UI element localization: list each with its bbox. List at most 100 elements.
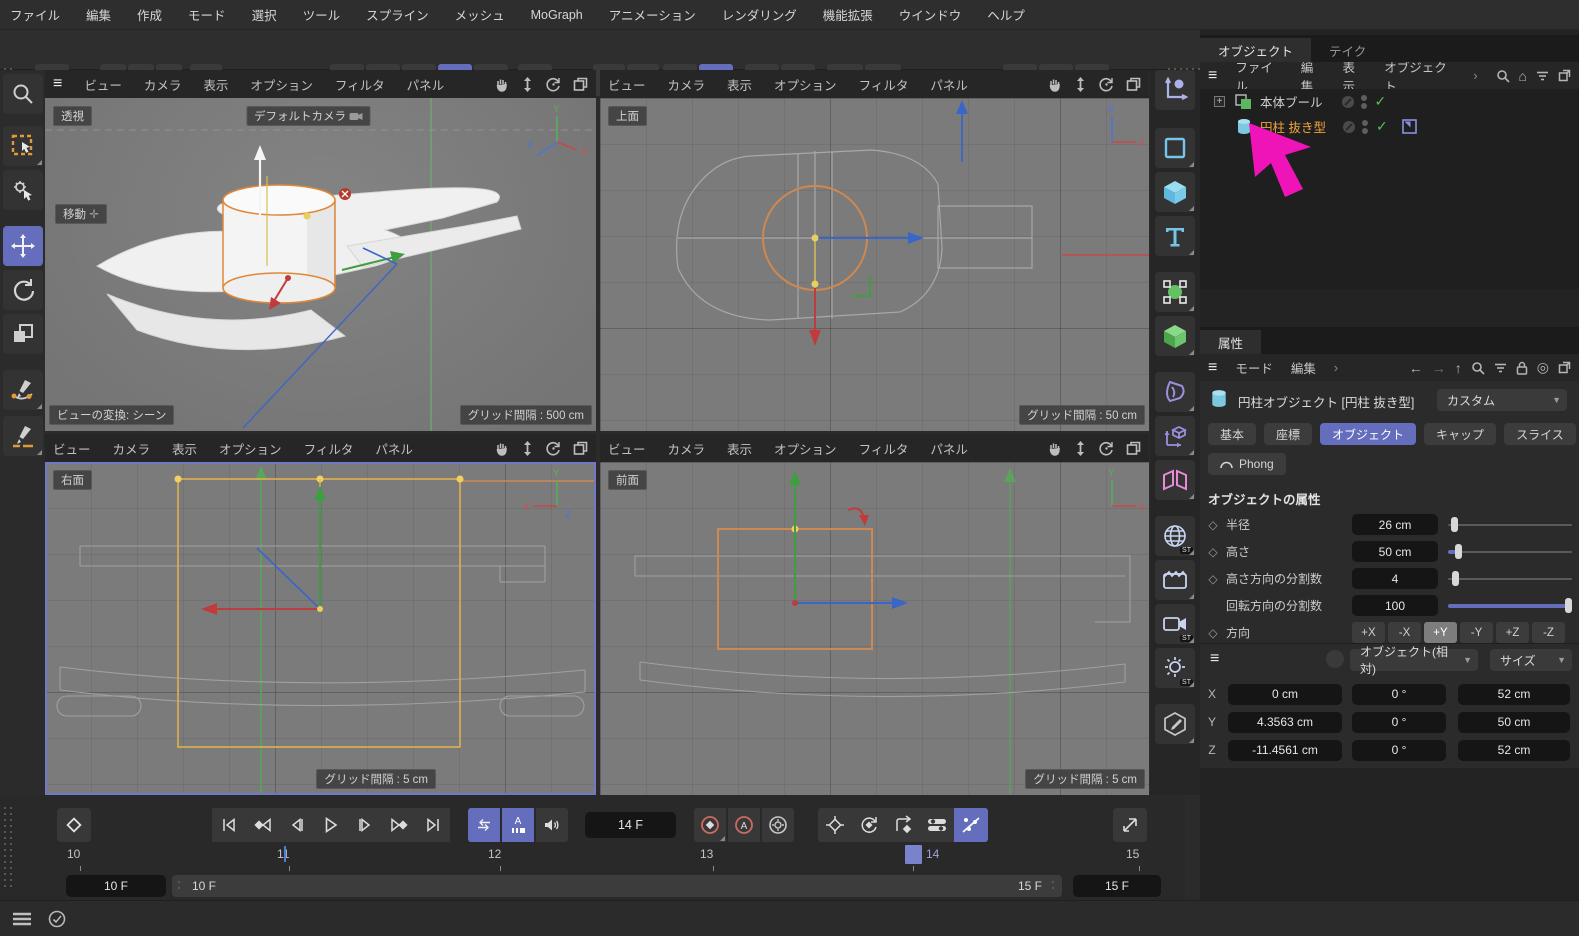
direction-option[interactable]: -Y xyxy=(1460,622,1493,643)
menu-extensions[interactable]: 機能拡張 xyxy=(823,5,873,24)
attr-menu-edit[interactable]: 編集 xyxy=(1291,358,1316,377)
vp-menu-camera[interactable]: カメラ xyxy=(144,75,182,94)
menu-mode[interactable]: モード xyxy=(188,5,226,24)
next-frame-button[interactable] xyxy=(348,808,382,842)
vp-menu-view[interactable]: ビュー xyxy=(608,75,646,94)
status-check-icon[interactable] xyxy=(48,910,66,928)
search-commander-icon[interactable] xyxy=(3,74,43,114)
attr-tab[interactable]: 座標 xyxy=(1264,423,1312,445)
position-z-input[interactable]: -11.4561 cm xyxy=(1228,740,1342,761)
radius-slider[interactable] xyxy=(1448,514,1572,535)
chevron-right-icon[interactable]: › xyxy=(1334,361,1338,375)
attr-menu-mode[interactable]: モード xyxy=(1235,358,1273,377)
key-diamond-icon[interactable]: ◇ xyxy=(1200,545,1226,559)
live-selection-tool-icon[interactable] xyxy=(3,126,43,166)
visibility-dots-icon[interactable] xyxy=(1361,95,1367,109)
camera-name-badge[interactable]: デフォルトカメラ xyxy=(246,106,370,126)
vp-menu-filter[interactable]: フィルタ xyxy=(335,75,385,94)
goto-end-button[interactable] xyxy=(416,808,450,842)
range-slider[interactable]: 10 F 15 F xyxy=(172,875,1062,897)
orbit-icon[interactable] xyxy=(1099,77,1114,92)
key-rotation-button[interactable] xyxy=(852,808,886,842)
sculpt-edit-icon[interactable] xyxy=(1155,704,1195,744)
forward-icon[interactable]: → xyxy=(1432,360,1446,376)
vp-menu-view[interactable]: ビュー xyxy=(608,439,646,458)
attr-tab[interactable]: 基本 xyxy=(1208,423,1256,445)
playhead[interactable] xyxy=(905,845,922,864)
sky-object-icon[interactable]: ST xyxy=(1155,516,1195,556)
key-parameter-button[interactable] xyxy=(920,808,954,842)
vp-menu-display[interactable]: 表示 xyxy=(727,439,752,458)
object-row-boolean[interactable]: + 本体ブール ✓ xyxy=(1200,89,1579,114)
viewport-perspective-canvas[interactable]: Y Z X 透視 デフォルトカメラ 移動 ✛ ビューの変換: シーン グリッド間… xyxy=(45,98,596,431)
position-y-input[interactable]: 4.3563 cm xyxy=(1228,712,1342,733)
previous-frame-button[interactable] xyxy=(280,808,314,842)
direction-option[interactable]: +X xyxy=(1352,622,1385,643)
timeline-corner-button[interactable] xyxy=(1113,808,1147,842)
size-mode-dropdown[interactable]: サイズ▼ xyxy=(1490,649,1572,671)
spline-pen-tool-icon[interactable] xyxy=(3,370,43,410)
range-start-field[interactable]: 10 F xyxy=(66,875,166,897)
stage-object-icon[interactable] xyxy=(1155,560,1195,600)
menu-select[interactable]: 選択 xyxy=(252,5,277,24)
dolly-icon[interactable] xyxy=(1074,441,1087,456)
transform-mode-dropdown[interactable]: オブジェクト(相対)▼ xyxy=(1350,649,1478,671)
pan-hand-icon[interactable] xyxy=(494,77,509,92)
menu-animation[interactable]: アニメーション xyxy=(609,5,696,24)
search-icon[interactable] xyxy=(1471,361,1485,375)
height-input[interactable]: 50 cm xyxy=(1352,541,1438,562)
hamburger-menu-icon[interactable]: ≡ xyxy=(53,75,62,93)
vp-menu-panel[interactable]: パネル xyxy=(930,75,968,94)
size-z-input[interactable]: 52 cm xyxy=(1458,740,1570,761)
next-key-button[interactable] xyxy=(382,808,416,842)
current-frame-field[interactable]: 14 F xyxy=(585,812,676,838)
key-scale-button[interactable] xyxy=(886,808,920,842)
viewport-front-canvas[interactable]: Y X 前面 グリッド間隔 : 5 cm xyxy=(600,462,1149,795)
menu-edit[interactable]: 編集 xyxy=(86,5,111,24)
orbit-icon[interactable] xyxy=(546,441,561,456)
object-name-selected[interactable]: 円柱 抜き型 xyxy=(1260,117,1326,136)
height-segments-input[interactable]: 4 xyxy=(1352,568,1438,589)
goto-start-button[interactable] xyxy=(212,808,246,842)
visibility-dots-icon[interactable] xyxy=(1362,120,1368,134)
vp-menu-filter[interactable]: フィルタ xyxy=(859,75,909,94)
menu-window[interactable]: ウインドウ xyxy=(899,5,962,24)
phong-tab[interactable]: Phong xyxy=(1208,453,1286,475)
enabled-check-icon[interactable]: ✓ xyxy=(1376,118,1388,135)
tab-takes[interactable]: テイク xyxy=(1311,38,1384,62)
vp-menu-camera[interactable]: カメラ xyxy=(113,439,151,458)
pan-hand-icon[interactable] xyxy=(494,441,509,456)
expand-icon[interactable]: + xyxy=(1214,96,1225,107)
viewport-right-canvas[interactable]: Y X Z 右面 グリッド間隔 : 5 cm xyxy=(45,462,596,795)
vp-menu-options[interactable]: オプション xyxy=(250,75,313,94)
external-window-icon[interactable] xyxy=(1558,69,1571,82)
home-icon[interactable]: ⌂ xyxy=(1519,68,1527,84)
rotation-segments-slider[interactable] xyxy=(1448,595,1572,616)
direction-option[interactable]: -Z xyxy=(1532,622,1565,643)
vp-menu-camera[interactable]: カメラ xyxy=(668,75,706,94)
vp-menu-display[interactable]: 表示 xyxy=(203,75,228,94)
direction-option[interactable]: -X xyxy=(1388,622,1421,643)
keyframe-diamond-button[interactable] xyxy=(57,808,91,842)
menu-file[interactable]: ファイル xyxy=(10,5,60,24)
height-slider[interactable] xyxy=(1448,541,1572,562)
key-position-button[interactable] xyxy=(818,808,852,842)
vp-menu-display[interactable]: 表示 xyxy=(172,439,197,458)
attr-tab[interactable]: キャップ xyxy=(1424,423,1496,445)
key-diamond-icon[interactable]: ◇ xyxy=(1200,572,1226,586)
dolly-icon[interactable] xyxy=(521,77,534,92)
scale-tool-icon[interactable] xyxy=(3,314,43,354)
generator-subdivide-icon[interactable] xyxy=(1155,272,1195,312)
orbit-icon[interactable] xyxy=(1099,441,1114,456)
tweak-tool-icon[interactable] xyxy=(3,170,43,210)
toggle-view-icon[interactable] xyxy=(573,77,588,92)
vp-menu-panel[interactable]: パネル xyxy=(930,439,968,458)
vp-menu-panel[interactable]: パネル xyxy=(375,439,413,458)
menu-mesh[interactable]: メッシュ xyxy=(455,5,505,24)
rotation-segments-input[interactable]: 100 xyxy=(1352,595,1438,616)
volume-generator-icon[interactable] xyxy=(1155,316,1195,356)
size-x-input[interactable]: 52 cm xyxy=(1458,684,1570,705)
axis-workplane-icon[interactable] xyxy=(1155,70,1195,110)
position-x-input[interactable]: 0 cm xyxy=(1228,684,1342,705)
status-menu-icon[interactable] xyxy=(12,912,32,926)
